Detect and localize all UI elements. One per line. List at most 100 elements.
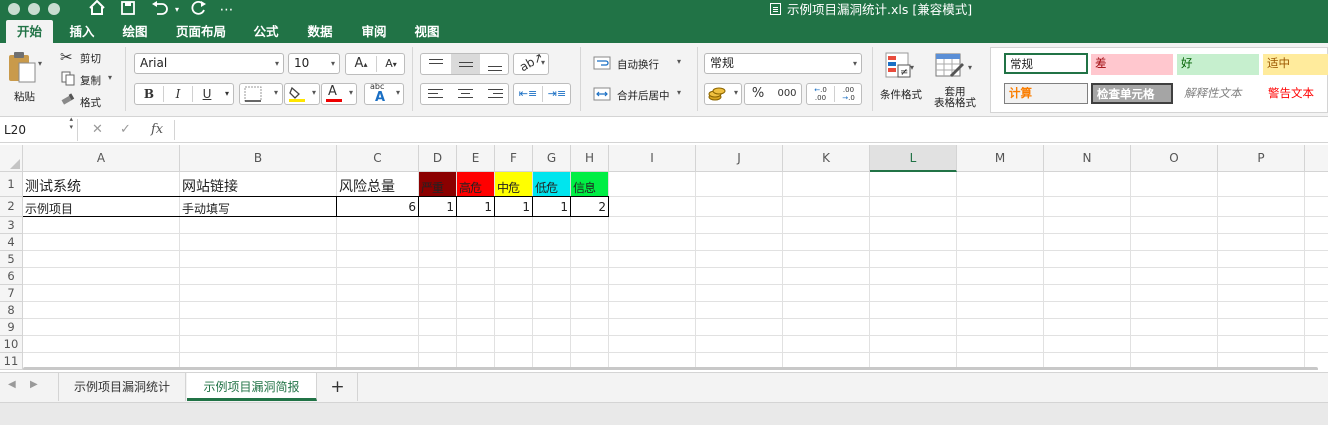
next-sheet-icon[interactable]: ▶ xyxy=(30,379,38,390)
increase-font-size-button[interactable]: A▴ xyxy=(346,54,376,74)
font-size-select[interactable]: 10 ▾ xyxy=(288,53,340,74)
zoom-window-button[interactable] xyxy=(48,3,60,15)
row-header-1[interactable]: 1 xyxy=(0,172,23,197)
align-top-button[interactable] xyxy=(421,54,450,74)
row-header-10[interactable]: 10 xyxy=(0,336,23,353)
column-header-o[interactable]: O xyxy=(1131,145,1218,172)
sheet-tab-vuln-brief[interactable]: 示例项目漏洞简报 xyxy=(187,373,317,401)
style-bad[interactable]: 差 xyxy=(1091,54,1173,75)
align-left-button[interactable] xyxy=(421,84,450,104)
column-header-q[interactable] xyxy=(1305,145,1328,172)
column-header-j[interactable]: J xyxy=(696,145,783,172)
comma-style-button[interactable]: 000 xyxy=(772,84,802,104)
font-name-select[interactable]: Arial ▾ xyxy=(134,53,284,74)
cell-c1[interactable]: 风险总量 xyxy=(337,176,418,196)
format-painter-button[interactable]: 格式 xyxy=(60,92,120,110)
undo-dropdown-icon[interactable]: ▾ xyxy=(172,0,182,20)
decrease-font-size-button[interactable]: A▾ xyxy=(377,54,405,74)
row-header-3[interactable]: 3 xyxy=(0,217,23,234)
cell-b1[interactable]: 网站链接 xyxy=(180,176,336,196)
column-header-a[interactable]: A xyxy=(23,145,180,172)
wrap-text-button[interactable]: 自动换行 ▾ xyxy=(593,55,693,73)
cell-e2[interactable]: 1 xyxy=(457,200,494,214)
name-box-stepper-icon[interactable]: ▴ ▾ xyxy=(69,115,73,131)
phonetic-button[interactable]: abc A ▾ xyxy=(364,82,404,105)
tab-data[interactable]: 数据 xyxy=(298,20,342,43)
copy-dropdown-icon[interactable]: ▾ xyxy=(108,73,112,82)
paste-button[interactable]: 粘贴 xyxy=(6,49,46,109)
style-normal[interactable]: 常规 xyxy=(1004,53,1088,74)
horizontal-scrollbar[interactable] xyxy=(23,367,1318,370)
row-header-7[interactable]: 7 xyxy=(0,285,23,302)
style-warning[interactable]: 警告文本 xyxy=(1264,84,1328,105)
row-header-2[interactable]: 2 xyxy=(0,197,23,217)
row-header-5[interactable]: 5 xyxy=(0,251,23,268)
tab-view[interactable]: 视图 xyxy=(405,20,449,43)
tab-home[interactable]: 开始 xyxy=(6,20,53,43)
tab-formulas[interactable]: 公式 xyxy=(244,20,288,43)
more-icon[interactable]: ⋯ xyxy=(218,0,234,20)
formula-input[interactable] xyxy=(182,119,1322,141)
column-header-i[interactable]: I xyxy=(609,145,696,172)
column-header-k[interactable]: K xyxy=(783,145,870,172)
cell-c2[interactable]: 6 xyxy=(337,200,418,214)
cell-f1[interactable]: 中危 xyxy=(495,179,532,196)
style-check-cell[interactable]: 检查单元格 xyxy=(1091,83,1173,104)
align-center-button[interactable] xyxy=(451,84,480,104)
accounting-format-button[interactable]: ▾ xyxy=(704,83,742,105)
column-header-h[interactable]: H xyxy=(571,145,609,172)
style-calculation[interactable]: 计算 xyxy=(1004,83,1088,104)
cell-e1[interactable]: 高危 xyxy=(457,179,494,196)
worksheet-grid[interactable]: A B C D E F G H I J K L M N O P 1 2 3 4 … xyxy=(0,145,1328,370)
close-window-button[interactable] xyxy=(8,3,20,15)
cell-f2[interactable]: 1 xyxy=(495,200,532,214)
enter-icon[interactable]: ✓ xyxy=(120,119,131,141)
fill-color-button[interactable]: ▾ xyxy=(284,83,320,105)
column-header-p[interactable]: P xyxy=(1218,145,1305,172)
name-box[interactable]: L20 ▴ ▾ xyxy=(0,115,78,141)
save-icon[interactable] xyxy=(117,0,139,20)
column-header-l[interactable]: L xyxy=(870,145,957,172)
cell-g1[interactable]: 低危 xyxy=(533,179,570,196)
align-bottom-button[interactable] xyxy=(481,54,509,74)
column-header-e[interactable]: E xyxy=(457,145,495,172)
row-header-8[interactable]: 8 xyxy=(0,302,23,319)
align-middle-button[interactable] xyxy=(451,54,480,74)
tab-insert[interactable]: 插入 xyxy=(60,20,104,43)
column-header-c[interactable]: C xyxy=(337,145,419,172)
tab-draw[interactable]: 绘图 xyxy=(113,20,157,43)
column-header-f[interactable]: F xyxy=(495,145,533,172)
increase-indent-button[interactable]: ⇥≡ xyxy=(543,84,571,104)
row-header-4[interactable]: 4 xyxy=(0,234,23,251)
italic-button[interactable]: I xyxy=(164,84,192,104)
orientation-button[interactable]: ab↗ ▾ xyxy=(513,50,549,75)
row-header-6[interactable]: 6 xyxy=(0,268,23,285)
column-header-n[interactable]: N xyxy=(1044,145,1131,172)
column-header-m[interactable]: M xyxy=(957,145,1044,172)
tab-review[interactable]: 审阅 xyxy=(352,20,396,43)
cut-button[interactable]: ✂ 剪切 xyxy=(60,48,120,66)
column-header-g[interactable]: G xyxy=(533,145,571,172)
add-sheet-button[interactable]: + xyxy=(318,373,358,401)
decrease-indent-button[interactable]: ⇤≡ xyxy=(514,84,542,104)
cell-g2[interactable]: 1 xyxy=(533,200,570,214)
redo-icon[interactable] xyxy=(188,0,210,20)
copy-button[interactable]: 复制 ▾ xyxy=(60,70,120,88)
bold-button[interactable]: B xyxy=(135,84,163,104)
underline-button[interactable]: U xyxy=(193,84,221,104)
font-color-button[interactable]: A ▾ xyxy=(321,83,357,105)
decrease-decimal-button[interactable]: .00 →.0 xyxy=(835,84,862,104)
prev-sheet-icon[interactable]: ◀ xyxy=(8,379,16,390)
format-as-table-button[interactable]: ▾ 套用 表格格式 xyxy=(932,49,980,111)
underline-dropdown-icon[interactable]: ▾ xyxy=(221,84,233,104)
style-good[interactable]: 好 xyxy=(1177,54,1259,75)
cell-a2[interactable]: 示例项目 xyxy=(23,200,179,217)
style-neutral[interactable]: 适中 xyxy=(1263,54,1328,75)
percent-style-button[interactable]: % xyxy=(745,84,771,104)
insert-function-button[interactable]: fx xyxy=(151,119,163,141)
row-header-9[interactable]: 9 xyxy=(0,319,23,336)
cell-h2[interactable]: 2 xyxy=(571,200,608,214)
undo-icon[interactable] xyxy=(148,0,172,20)
border-button[interactable]: ▾ xyxy=(239,83,283,105)
align-right-button[interactable] xyxy=(481,84,509,104)
